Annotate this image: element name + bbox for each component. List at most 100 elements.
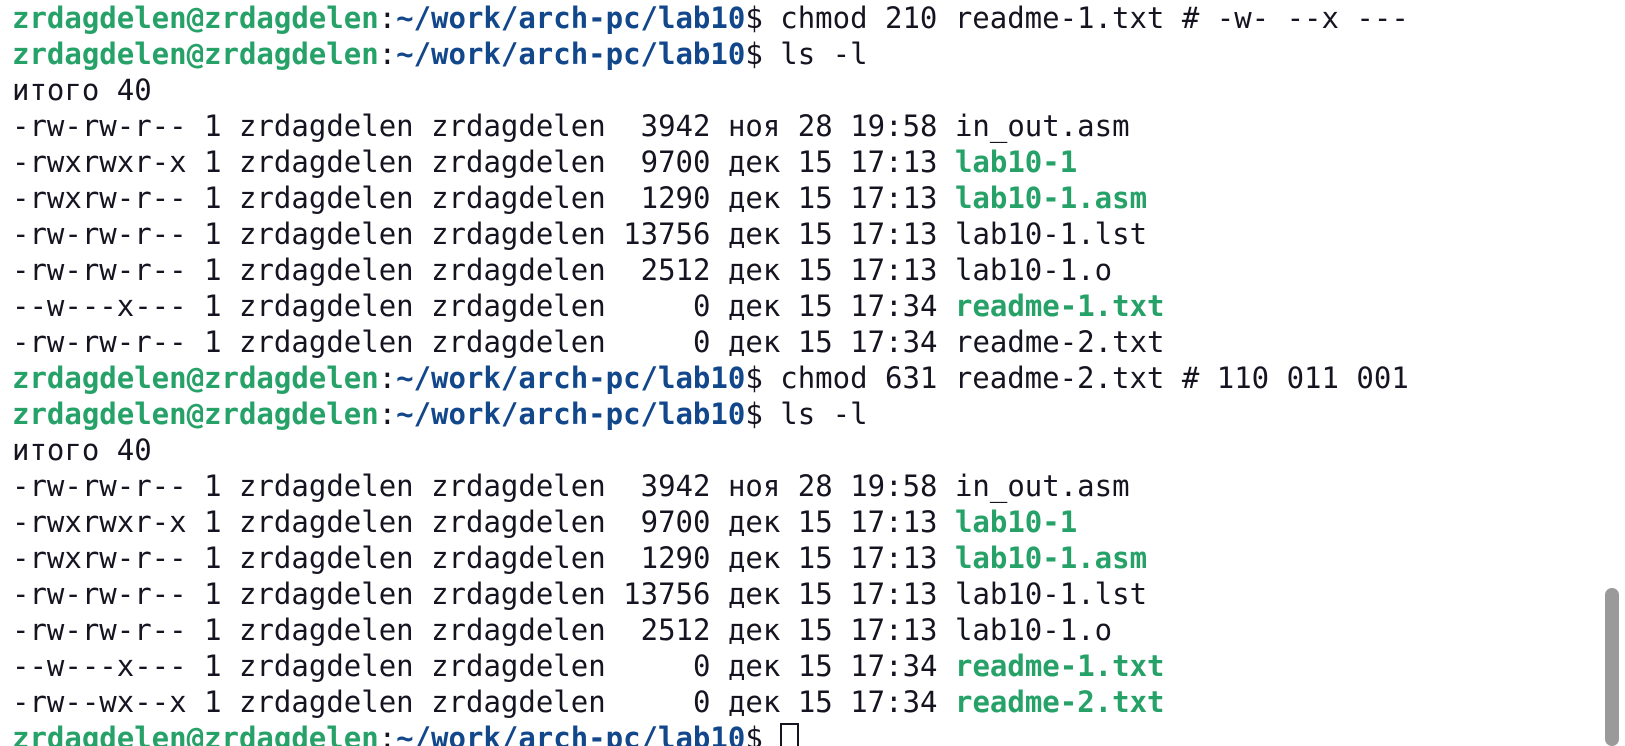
file-size: 0 [693,685,711,719]
file-permissions: -rwxrwxr-x [12,505,187,539]
terminal-window[interactable]: zrdagdelen@zrdagdelen:~/work/arch-pc/lab… [0,0,1600,746]
file-group: zrdagdelen [431,505,606,539]
file-day: 15 [797,145,833,179]
file-permissions: -rw-rw-r-- [12,217,187,251]
file-group: zrdagdelen [431,577,606,611]
file-listing-row: --w---x--- 1 zrdagdelen zrdagdelen 0 дек… [12,648,1600,684]
file-size: 0 [693,649,711,683]
file-owner: zrdagdelen [239,325,414,359]
file-owner: zrdagdelen [239,613,414,647]
file-group: zrdagdelen [431,685,606,719]
file-day: 15 [797,541,833,575]
file-size: 1290 [640,541,711,575]
file-size: 0 [693,289,711,323]
file-permissions: -rw-rw-r-- [12,109,187,143]
file-listing-row: -rw-rw-r-- 1 zrdagdelen zrdagdelen 2512 … [12,612,1600,648]
file-name: lab10-1 [954,145,1078,179]
file-day: 15 [797,253,833,287]
file-day: 28 [797,109,833,143]
cursor [780,722,800,746]
file-day: 28 [797,469,833,503]
prompt-path: ~/work/arch-pc/lab10 [396,721,746,746]
file-group: zrdagdelen [431,253,606,287]
file-time: 19:58 [850,469,938,503]
prompt-line: zrdagdelen@zrdagdelen:~/work/arch-pc/lab… [12,361,1409,395]
file-day: 15 [797,181,833,215]
file-name: lab10-1.lst [954,217,1148,251]
file-month: дек [727,649,781,683]
file-day: 15 [797,649,833,683]
file-owner: zrdagdelen [239,505,414,539]
file-group: zrdagdelen [431,181,606,215]
command-text: ls -l [780,397,868,431]
file-time: 17:13 [850,505,938,539]
file-day: 15 [797,217,833,251]
file-size: 9700 [640,505,711,539]
file-time: 17:13 [850,217,938,251]
file-name: in_out.asm [954,469,1130,503]
file-name: lab10-1.o [954,613,1113,647]
file-name: lab10-1 [954,505,1078,539]
file-group: zrdagdelen [431,217,606,251]
file-owner: zrdagdelen [239,181,414,215]
prompt-line: zrdagdelen@zrdagdelen:~/work/arch-pc/lab… [12,37,868,71]
file-permissions: -rwxrw-r-- [12,541,187,575]
file-month: дек [727,289,781,323]
output-line: итого 40 [12,72,1600,108]
file-permissions: -rw-rw-r-- [12,469,187,503]
command-text: ls -l [780,37,868,71]
file-size: 13756 [623,217,711,251]
file-time: 17:34 [850,685,938,719]
file-permissions: -rw-rw-r-- [12,613,187,647]
file-name: readme-1.txt [954,289,1165,323]
terminal-output: zrdagdelen@zrdagdelen:~/work/arch-pc/lab… [12,0,1600,746]
scrollbar-thumb[interactable] [1605,588,1619,746]
file-time: 17:13 [850,253,938,287]
file-time: 17:13 [850,541,938,575]
file-month: дек [727,181,781,215]
file-links: 1 [204,541,222,575]
prompt-path: ~/work/arch-pc/lab10 [396,397,746,431]
file-name: lab10-1.asm [954,181,1148,215]
scrollbar[interactable] [1600,0,1625,746]
file-day: 15 [797,505,833,539]
file-links: 1 [204,181,222,215]
file-owner: zrdagdelen [239,217,414,251]
file-time: 17:34 [850,289,938,323]
file-listing-row: -rwxrwxr-x 1 zrdagdelen zrdagdelen 9700 … [12,504,1600,540]
file-month: дек [727,613,781,647]
file-links: 1 [204,109,222,143]
file-owner: zrdagdelen [239,469,414,503]
prompt-line: zrdagdelen@zrdagdelen:~/work/arch-pc/lab… [12,1,1409,35]
file-links: 1 [204,253,222,287]
total-text: итого 40 [12,433,152,467]
file-listing-row: -rwxrwxr-x 1 zrdagdelen zrdagdelen 9700 … [12,144,1600,180]
prompt-user-host: zrdagdelen@zrdagdelen [12,397,379,431]
file-links: 1 [204,145,222,179]
file-month: дек [727,217,781,251]
prompt-path: ~/work/arch-pc/lab10 [396,37,746,71]
file-links: 1 [204,469,222,503]
file-owner: zrdagdelen [239,253,414,287]
file-permissions: --w---x--- [12,289,187,323]
file-month: дек [727,145,781,179]
file-listing-row: -rw-rw-r-- 1 zrdagdelen zrdagdelen 3942 … [12,108,1600,144]
file-size: 9700 [640,145,711,179]
total-text: итого 40 [12,73,152,107]
file-size: 13756 [623,577,711,611]
file-group: zrdagdelen [431,541,606,575]
file-permissions: -rw-rw-r-- [12,253,187,287]
file-links: 1 [204,325,222,359]
file-size: 3942 [640,469,711,503]
file-listing-row: -rw-rw-r-- 1 zrdagdelen zrdagdelen 13756… [12,576,1600,612]
file-links: 1 [204,685,222,719]
command-text: chmod 631 readme-2.txt # 110 011 001 [780,361,1409,395]
file-name: lab10-1.asm [954,541,1148,575]
file-time: 17:13 [850,145,938,179]
file-permissions: -rw-rw-r-- [12,325,187,359]
file-time: 17:34 [850,649,938,683]
file-month: дек [727,541,781,575]
file-month: дек [727,253,781,287]
file-size: 1290 [640,181,711,215]
file-size: 0 [693,325,711,359]
